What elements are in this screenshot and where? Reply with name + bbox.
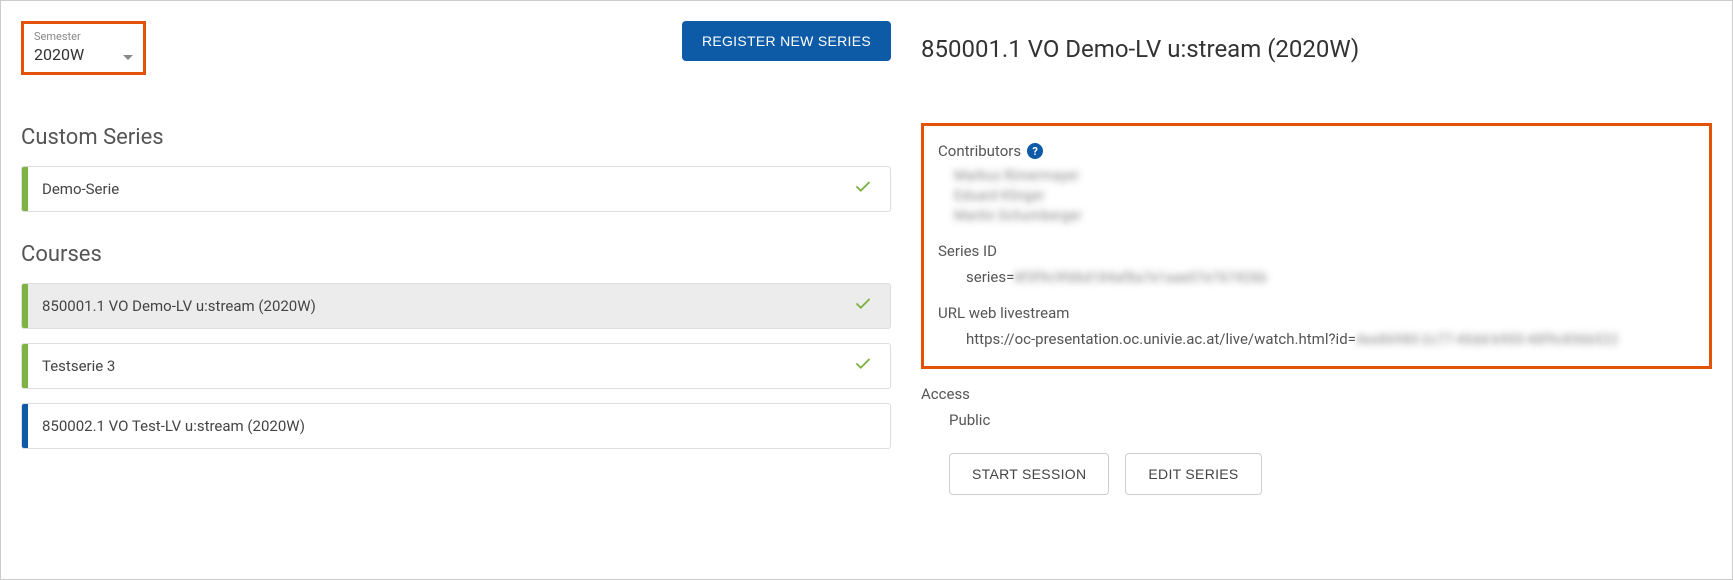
edit-series-button[interactable]: EDIT SERIES: [1125, 453, 1261, 495]
series-id-label: Series ID: [938, 242, 1695, 260]
contributor-name: Eduard Klinger: [954, 188, 1695, 204]
contributors-list: Markus Rimermayer Eduard Klinger Martin Sc…: [938, 168, 1695, 224]
list-item[interactable]: 850002.1 VO Test-LV u:stream (2020W): [21, 403, 891, 449]
list-item-label: 850001.1 VO Demo-LV u:stream (2020W): [28, 297, 854, 315]
access-value: Public: [921, 411, 1712, 429]
courses-heading: Courses: [21, 242, 891, 267]
detail-highlight-box: Contributors ? Markus Rimermayer Eduard K…: [921, 123, 1712, 369]
contributor-name: Markus Rimermayer: [954, 168, 1695, 184]
detail-title: 850001.1 VO Demo-LV u:stream (2020W): [921, 35, 1712, 63]
contributors-label: Contributors ?: [938, 142, 1695, 160]
access-label: Access: [921, 385, 1712, 403]
semester-label: Semester: [34, 30, 133, 43]
custom-series-list: Demo-Serie: [21, 166, 891, 212]
list-item-label: Testserie 3: [28, 357, 854, 375]
check-icon: [854, 177, 872, 201]
right-column: 850001.1 VO Demo-LV u:stream (2020W) Con…: [921, 21, 1712, 559]
url-livestream-value: https://oc-presentation.oc.univie.ac.at/…: [938, 330, 1695, 348]
list-item[interactable]: Testserie 3: [21, 343, 891, 389]
contributor-name: Martin Schumberger: [954, 208, 1695, 224]
courses-list: 850001.1 VO Demo-LV u:stream (2020W) Test…: [21, 283, 891, 449]
chevron-down-icon: [123, 55, 133, 60]
list-item-label: Demo-Serie: [28, 180, 854, 198]
left-column: Semester 2020W REGISTER NEW SERIES Custo…: [21, 21, 891, 559]
list-item-label: 850002.1 VO Test-LV u:stream (2020W): [28, 417, 890, 435]
register-new-series-button[interactable]: REGISTER NEW SERIES: [682, 21, 891, 61]
help-icon[interactable]: ?: [1027, 143, 1043, 159]
list-item[interactable]: 850001.1 VO Demo-LV u:stream (2020W): [21, 283, 891, 329]
list-item[interactable]: Demo-Serie: [21, 166, 891, 212]
custom-series-heading: Custom Series: [21, 125, 891, 150]
semester-select[interactable]: Semester 2020W: [21, 21, 146, 75]
series-id-value: series=8f3f9c9fd6d184af8a7e1aae07e767426…: [938, 268, 1695, 286]
start-session-button[interactable]: START SESSION: [949, 453, 1109, 495]
semester-value: 2020W: [34, 45, 84, 64]
check-icon: [854, 354, 872, 378]
check-icon: [854, 294, 872, 318]
url-livestream-label: URL web livestream: [938, 304, 1695, 322]
